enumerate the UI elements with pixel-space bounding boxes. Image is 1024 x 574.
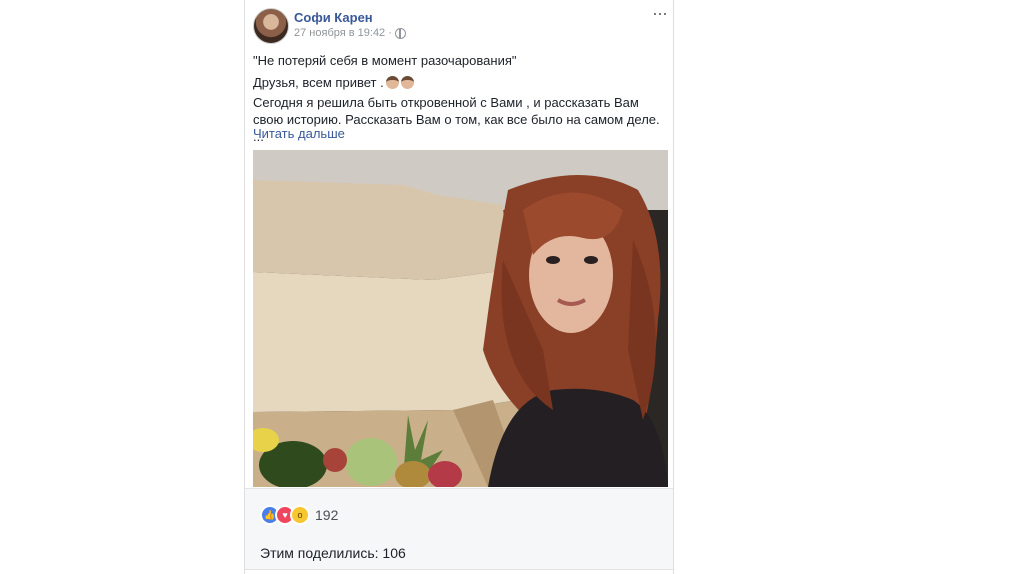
more-dots-icon[interactable]: ···: [652, 4, 668, 22]
share-count[interactable]: Этим поделились: 106: [260, 545, 406, 561]
post-text-quote: "Не потеряй себя в момент разочарования": [253, 53, 517, 68]
post-card: Софи Карен 27 ноября в 19:42 · ··· "Не п…: [244, 0, 674, 574]
greeting-text: Друзья, всем привет .: [253, 75, 384, 90]
reactions-bar[interactable]: 👍 ♥ o 192: [245, 488, 673, 536]
date-separator: ·: [388, 27, 392, 39]
post-photo[interactable]: [253, 150, 668, 487]
reaction-icons: 👍 ♥ o: [260, 505, 310, 525]
reaction-count[interactable]: 192: [315, 507, 338, 523]
author-avatar[interactable]: [253, 8, 289, 44]
shares-bar[interactable]: Этим поделились: 106: [245, 535, 673, 570]
wow-icon: o: [290, 505, 310, 525]
post-meta: 27 ноября в 19:42 ·: [294, 27, 406, 39]
monkey-emoji-icon: [400, 76, 414, 89]
post-text-greeting: Друзья, всем привет .: [253, 74, 669, 91]
read-more-link[interactable]: Читать дальше: [253, 126, 345, 141]
monkey-emoji-icon: [385, 76, 399, 89]
globe-icon: [394, 27, 406, 39]
post-date[interactable]: 27 ноября в 19:42: [294, 27, 385, 39]
author-name[interactable]: Софи Карен: [294, 10, 373, 25]
